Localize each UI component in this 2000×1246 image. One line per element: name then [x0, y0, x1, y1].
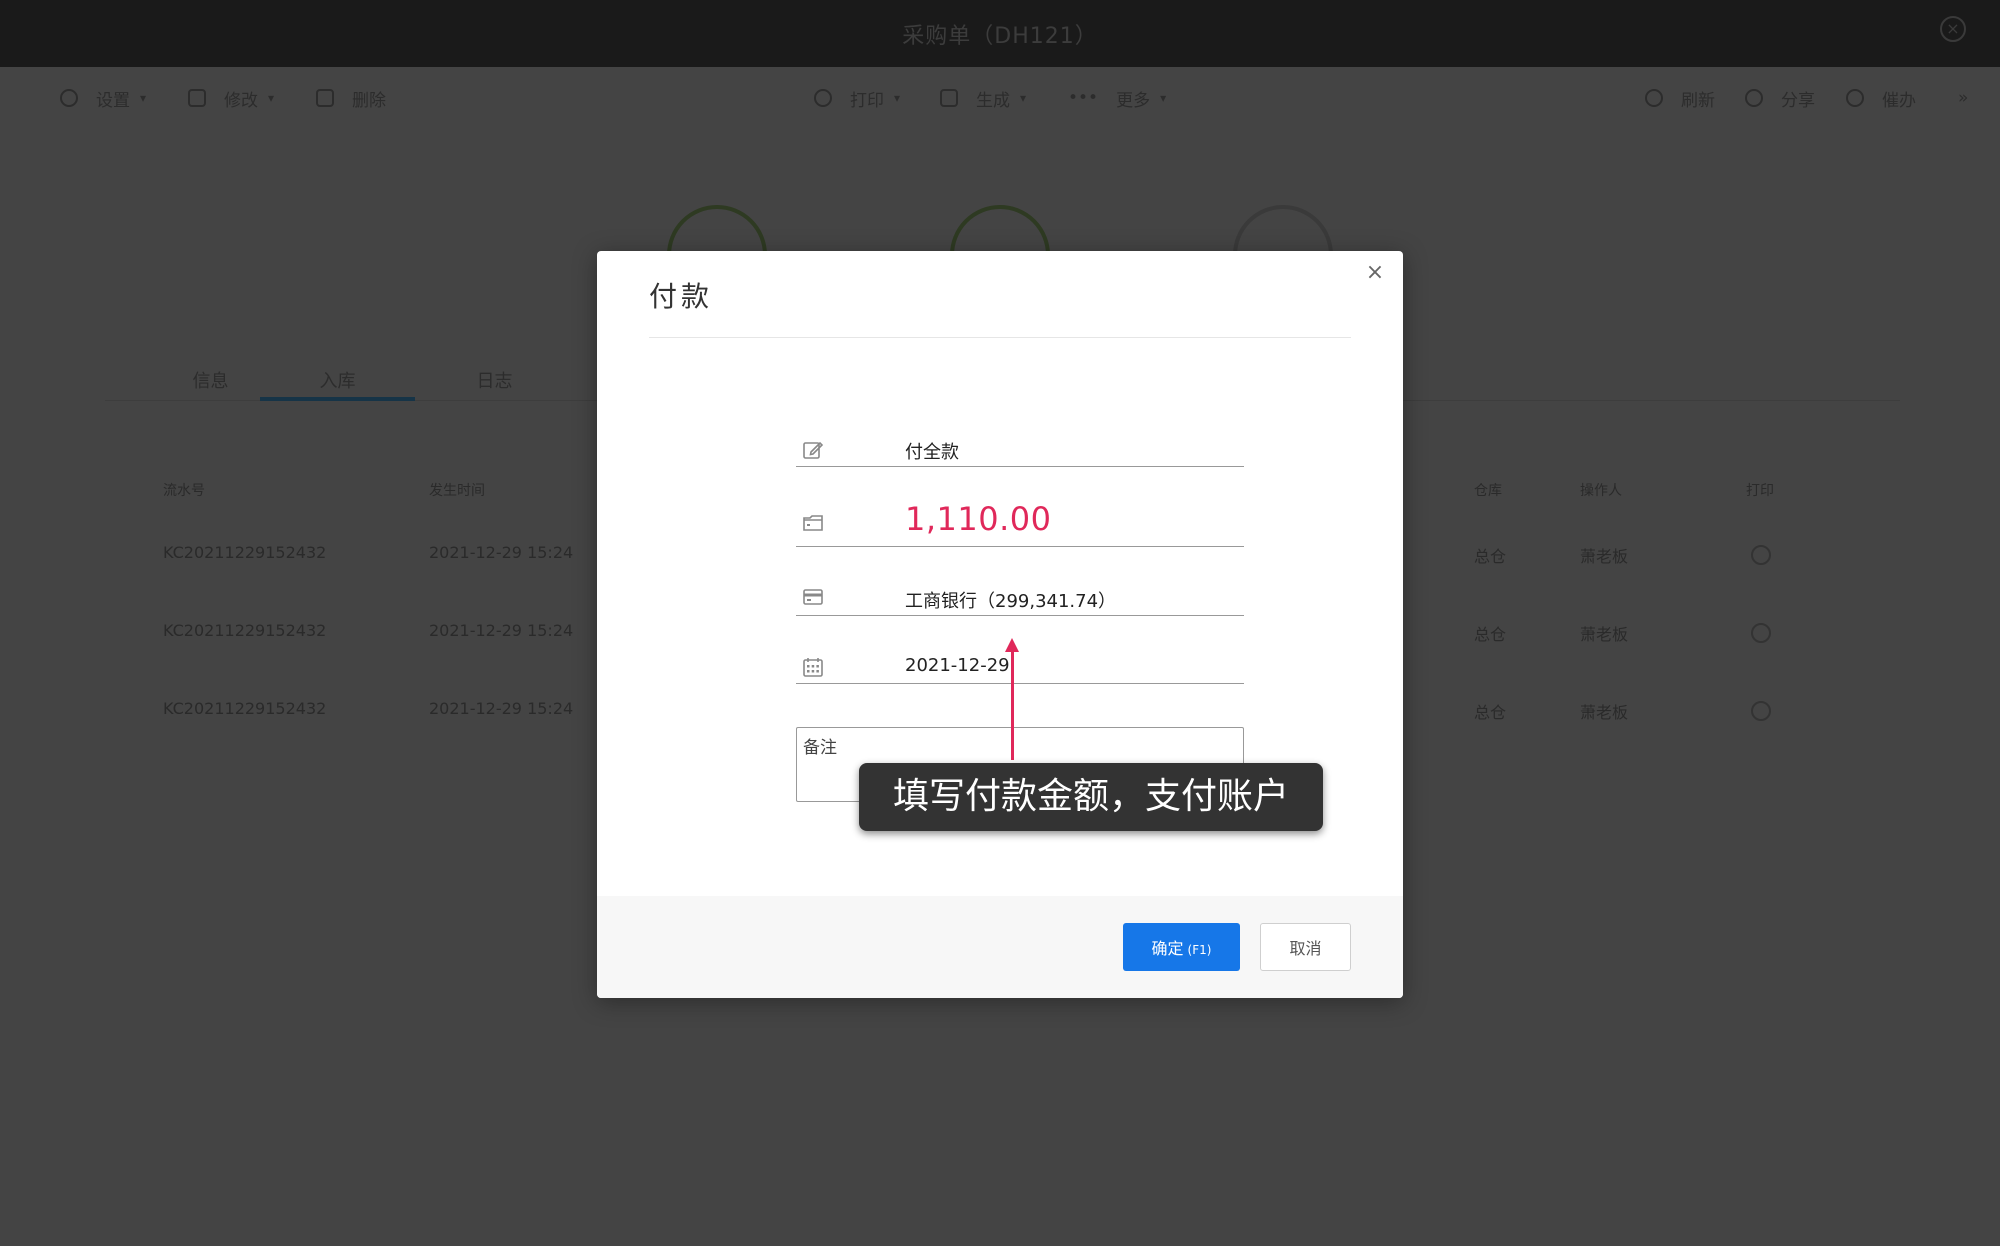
chat-icon: [1745, 89, 1763, 107]
col-print: 打印: [1746, 483, 1774, 499]
cell-time: 2021-12-29 15:24: [429, 621, 574, 640]
delete-button[interactable]: 删除: [316, 85, 386, 111]
cell-operator: 萧老板: [1580, 547, 1629, 566]
confirm-label: 确定: [1151, 939, 1184, 958]
refresh-button[interactable]: 刷新: [1645, 85, 1715, 111]
col-serial: 流水号: [163, 483, 205, 499]
tutorial-arrow: [1011, 648, 1014, 760]
cell-operator: 萧老板: [1580, 625, 1629, 644]
trash-icon: [316, 89, 334, 107]
more-dots-icon: •••: [1068, 88, 1099, 108]
dialog-title: 付款: [649, 280, 714, 313]
account-value: 工商银行（299,341.74）: [905, 591, 1117, 612]
print-label: 打印: [850, 90, 884, 111]
payment-type-value: 付全款: [905, 442, 959, 463]
credit-card-icon: [803, 589, 823, 605]
cell-serial: KC20211229152432: [163, 699, 327, 718]
confirm-button[interactable]: 确定 (F1): [1123, 923, 1240, 971]
chevron-down-icon: ▾: [268, 91, 275, 105]
delete-label: 删除: [352, 90, 386, 111]
edit-label: 修改: [224, 90, 258, 111]
col-time: 发生时间: [429, 483, 485, 499]
date-picker[interactable]: 2021-12-29: [796, 647, 1244, 684]
tab-inbound[interactable]: 入库: [260, 367, 415, 401]
account-select[interactable]: 工商银行（299,341.74）: [796, 579, 1244, 616]
more-menu[interactable]: ••• 更多 ▾: [1068, 85, 1166, 111]
share-label: 分享: [1781, 90, 1815, 111]
amount-value: 1,110.00: [905, 500, 1052, 538]
chevron-down-icon: ▾: [1160, 91, 1167, 105]
col-warehouse: 仓库: [1474, 483, 1502, 499]
generate-menu[interactable]: 生成 ▾: [940, 85, 1026, 111]
calendar-icon: [803, 658, 823, 677]
window-close-icon[interactable]: ×: [1940, 16, 1966, 42]
window-title: 采购单（DH121）: [902, 24, 1098, 49]
cell-serial: KC20211229152432: [163, 621, 327, 640]
date-value: 2021-12-29: [905, 655, 1010, 676]
print-menu[interactable]: 打印 ▾: [814, 85, 900, 111]
generate-label: 生成: [976, 90, 1010, 111]
window-titlebar: 采购单（DH121） ×: [0, 0, 2000, 67]
edit-menu[interactable]: 修改 ▾: [188, 85, 274, 111]
cancel-button[interactable]: 取消: [1260, 923, 1351, 971]
printer-icon[interactable]: [1751, 623, 1771, 643]
refresh-label: 刷新: [1681, 90, 1715, 111]
todo-label: 催办: [1882, 90, 1916, 111]
cell-time: 2021-12-29 15:24: [429, 699, 574, 718]
cell-warehouse: 总仓: [1474, 703, 1507, 722]
cell-serial: KC20211229152432: [163, 543, 327, 562]
divider: [649, 337, 1351, 338]
wallet-icon: [803, 515, 823, 531]
close-icon[interactable]: ×: [1361, 259, 1389, 287]
cell-warehouse: 总仓: [1474, 625, 1507, 644]
payment-type-select[interactable]: 付全款: [796, 433, 1244, 467]
printer-icon[interactable]: [1751, 545, 1771, 565]
tutorial-callout: 填写付款金额，支付账户: [859, 763, 1323, 831]
confirm-shortcut: (F1): [1187, 943, 1212, 957]
settings-label: 设置: [96, 90, 130, 111]
gear-icon: [60, 89, 78, 107]
edit-icon: [188, 89, 206, 107]
chevron-down-icon: ▾: [140, 91, 147, 105]
more-label: 更多: [1116, 90, 1151, 111]
export-icon: [940, 89, 958, 107]
chevron-down-icon: ▾: [1020, 91, 1027, 105]
expand-icon[interactable]: »: [1958, 85, 1968, 111]
todo-button[interactable]: 催办: [1846, 85, 1916, 111]
printer-icon[interactable]: [1751, 701, 1771, 721]
settings-menu[interactable]: 设置 ▾: [60, 85, 146, 111]
check-circle-icon: [1846, 89, 1864, 107]
edit-icon: [803, 441, 824, 459]
refresh-icon: [1645, 89, 1663, 107]
tab-log[interactable]: 日志: [417, 367, 572, 393]
payment-dialog: 付款 × 付全款 1,110.00 工商银行（299,341.74） 2021-…: [597, 251, 1403, 998]
amount-input[interactable]: 1,110.00: [796, 492, 1244, 547]
share-button[interactable]: 分享: [1745, 85, 1815, 111]
cell-time: 2021-12-29 15:24: [429, 543, 574, 562]
cell-operator: 萧老板: [1580, 703, 1629, 722]
cell-warehouse: 总仓: [1474, 547, 1507, 566]
toolbar: 设置 ▾ 修改 ▾ 删除 打印 ▾ 生成 ▾ ••• 更多 ▾ 刷新 分享 催办…: [0, 67, 2000, 127]
col-operator: 操作人: [1580, 483, 1622, 499]
printer-icon: [814, 89, 832, 107]
chevron-down-icon: ▾: [894, 91, 901, 105]
